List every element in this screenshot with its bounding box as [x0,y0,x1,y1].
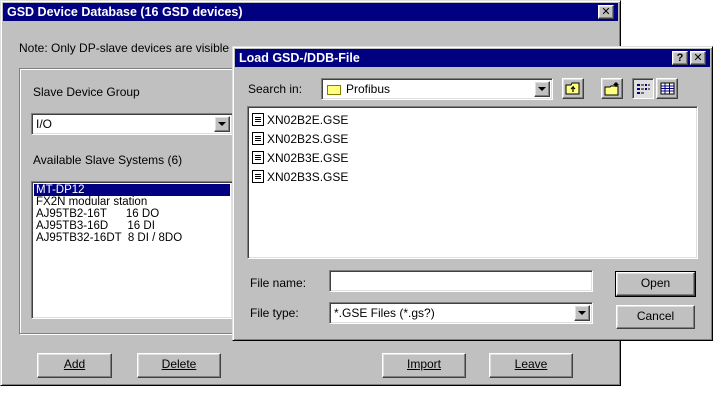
document-icon [252,170,264,183]
open-button-label: Open [640,276,671,290]
search-in-combo[interactable]: Profibus [321,78,553,100]
slave-group-dropdown-button[interactable] [214,116,230,132]
chevron-down-icon [578,311,586,315]
chevron-down-icon [538,87,546,91]
add-button-label: Add [63,357,86,371]
dialog-title-bar: Load GSD-/DDB-File [235,49,710,67]
slave-group-label: Slave Device Group [33,85,140,99]
file-type-dropdown-button[interactable] [574,305,590,321]
cancel-button-label: Cancel [636,309,675,323]
folder-icon [327,84,341,98]
help-button[interactable]: ? [672,51,688,65]
up-one-level-button[interactable] [562,78,584,99]
file-type-value: *.GSE Files (*.gs?) [334,306,435,320]
import-button-label: Import [406,357,441,371]
note-text: Note: Only DP-slave devices are visible [19,41,230,55]
close-icon: ✕ [601,6,611,18]
import-button[interactable]: Import [382,353,466,378]
list-item[interactable]: XN02B2S.GSE [252,129,693,148]
chevron-down-icon [218,122,226,126]
cancel-button[interactable]: Cancel [616,305,695,329]
list-item[interactable]: XN02B3S.GSE [252,167,693,186]
list-item[interactable]: AJ95TB2-16T 16 DO [34,208,230,220]
main-title: GSD Device Database (16 GSD devices) [7,5,243,19]
list-item[interactable]: FX2N modular station [34,196,230,208]
delete-button[interactable]: Delete [137,353,221,378]
file-name-text: XN02B2S.GSE [267,131,349,146]
document-icon [252,132,264,145]
close-icon: ✕ [693,52,703,64]
search-in-label-text: Search in: [248,82,303,96]
file-name-label: File name: [250,276,306,290]
new-folder-button[interactable] [601,78,623,99]
help-icon: ? [676,52,684,64]
document-icon [252,151,264,164]
available-slaves-label: Available Slave Systems (6) [33,153,183,167]
list-item[interactable]: MT-DP12 [34,184,230,196]
search-in-value: Profibus [346,82,391,96]
details-view-button[interactable] [656,78,678,99]
dialog-title: Load GSD-/DDB-File [239,51,360,65]
slave-systems-list[interactable]: MT-DP12 FX2N modular station AJ95TB2-16T… [31,181,233,319]
list-item[interactable]: XN02B3E.GSE [252,148,693,167]
list-item[interactable]: AJ95TB3-16D 16 DI [34,220,230,232]
main-title-bar: GSD Device Database (16 GSD devices) [3,3,618,21]
file-type-combo[interactable]: *.GSE Files (*.gs?) [329,302,593,324]
details-view-icon [660,82,674,95]
list-view-button[interactable] [632,78,654,99]
delete-button-label: Delete [161,357,197,371]
slave-group-value: I/O [36,117,53,131]
main-close-button[interactable]: ✕ [598,5,614,19]
file-name-input[interactable] [329,270,593,292]
open-button[interactable]: Open [615,271,696,297]
new-folder-icon [604,81,619,95]
file-name-label-text: File name: [250,276,307,290]
list-item[interactable]: AJ95TB32-16DT 8 DI / 8DO [34,232,230,244]
file-name-text: XN02B2E.GSE [267,112,349,127]
file-list[interactable]: XN02B2E.GSE XN02B2S.GSE XN02B3E.GSE XN02… [247,106,698,259]
visibility-note: Note: Only DP-slave devices are visible [19,41,229,55]
leave-button-label: Leave [514,357,548,371]
dialog-close-button[interactable]: ✕ [690,51,706,65]
add-button[interactable]: Add [37,353,112,378]
file-name-text: XN02B3E.GSE [267,150,349,165]
document-icon [252,113,264,126]
slave-group-combo[interactable]: I/O [31,113,233,135]
list-item[interactable]: XN02B2E.GSE [252,110,693,129]
file-type-label: File type: [250,306,299,320]
load-gsd-dialog: Load GSD-/DDB-File ? ✕ Search in: Profib… [232,46,713,341]
file-name-text: XN02B3S.GSE [267,169,349,184]
file-type-label-text: File type: [250,306,299,320]
leave-button[interactable]: Leave [489,353,573,378]
folder-up-icon [565,82,580,95]
search-in-label: Search in: [248,82,302,96]
list-view-icon [636,83,650,94]
search-in-dropdown-button[interactable] [534,81,550,97]
